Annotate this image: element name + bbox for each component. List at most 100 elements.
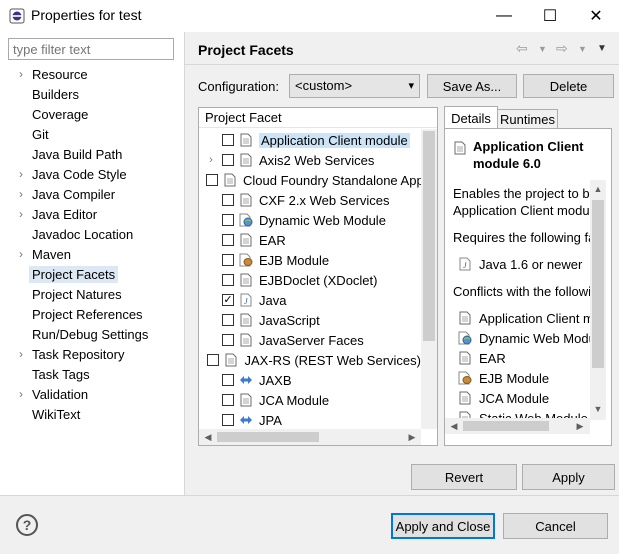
tree-item[interactable]: Project Natures xyxy=(13,284,183,304)
chevron-right-icon[interactable]: › xyxy=(13,167,29,181)
tree-item[interactable]: Java Build Path xyxy=(13,144,183,164)
facet-checkbox[interactable] xyxy=(222,274,234,286)
tree-item-label: Task Repository xyxy=(32,346,125,362)
svg-text:J: J xyxy=(463,261,467,270)
facet-checkbox[interactable] xyxy=(206,174,218,186)
details-list-item: Application Client module xyxy=(458,308,590,328)
view-menu-icon[interactable]: ▼ xyxy=(597,43,607,54)
facet-checkbox[interactable] xyxy=(222,134,234,146)
back-icon[interactable]: ⇦ xyxy=(516,40,528,57)
back-menu-icon[interactable]: ▼ xyxy=(538,44,547,54)
scroll-right-icon[interactable]: ▶ xyxy=(572,418,588,434)
tree-item[interactable]: Run/Debug Settings xyxy=(13,324,183,344)
close-button[interactable]: ✕ xyxy=(573,0,619,32)
facet-row[interactable]: Application Client module xyxy=(203,130,421,150)
facet-label: EJB Module xyxy=(259,252,330,268)
scroll-left-icon[interactable]: ◀ xyxy=(446,418,462,434)
configuration-value: <custom> xyxy=(295,78,353,93)
scroll-right-icon[interactable]: ▶ xyxy=(404,429,420,445)
chevron-right-icon[interactable]: › xyxy=(13,207,29,221)
tree-item[interactable]: Coverage xyxy=(13,104,183,124)
configuration-select[interactable]: <custom> ▾ xyxy=(289,74,420,98)
scroll-left-icon[interactable]: ◀ xyxy=(200,429,216,445)
apply-button[interactable]: Apply xyxy=(522,464,615,490)
facet-row[interactable]: JavaScript xyxy=(203,310,421,330)
tree-item[interactable]: › Task Repository xyxy=(13,344,183,364)
eclipse-icon xyxy=(9,8,25,24)
details-vscroll-thumb[interactable] xyxy=(592,200,604,368)
facet-row[interactable]: JAX-RS (REST Web Services) xyxy=(203,350,421,370)
details-hscroll-thumb[interactable] xyxy=(463,421,549,431)
tree-item[interactable]: Task Tags xyxy=(13,364,183,384)
doc-icon xyxy=(458,391,472,405)
window-title: Properties for test xyxy=(31,7,142,23)
facet-row[interactable]: ✓ J Java xyxy=(203,290,421,310)
details-item-label: Application Client module xyxy=(479,310,590,326)
tree-item[interactable]: › Resource xyxy=(13,64,183,84)
save-as-button[interactable]: Save As... xyxy=(427,74,517,98)
tree-item[interactable]: Project References xyxy=(13,304,183,324)
facet-checkbox[interactable] xyxy=(222,414,234,426)
facet-row[interactable]: EJB Module xyxy=(203,250,421,270)
facets-vscroll-thumb[interactable] xyxy=(423,131,435,341)
forward-menu-icon[interactable]: ▼ xyxy=(578,44,587,54)
chevron-right-icon[interactable]: › xyxy=(13,67,29,81)
tab-runtimes[interactable]: Runtimes xyxy=(498,109,558,128)
globe-icon xyxy=(458,331,472,345)
facet-checkbox[interactable] xyxy=(222,374,234,386)
delete-button[interactable]: Delete xyxy=(523,74,614,98)
forward-icon[interactable]: ⇨ xyxy=(556,40,568,57)
chevron-right-icon[interactable]: › xyxy=(13,387,29,401)
tree-item[interactable]: › Validation xyxy=(13,384,183,404)
facet-checkbox[interactable] xyxy=(222,254,234,266)
minimize-button[interactable]: — xyxy=(481,0,527,32)
facet-checkbox[interactable] xyxy=(222,194,234,206)
facet-checkbox[interactable] xyxy=(222,234,234,246)
maximize-button[interactable]: ☐ xyxy=(527,0,573,32)
facet-checkbox[interactable] xyxy=(222,154,234,166)
facet-row[interactable]: JPA xyxy=(203,410,421,430)
tree-item[interactable]: Javadoc Location xyxy=(13,224,183,244)
facet-checkbox[interactable]: ✓ xyxy=(222,294,234,306)
tree-item[interactable]: › Java Code Style xyxy=(13,164,183,184)
facet-checkbox[interactable] xyxy=(222,334,234,346)
chevron-right-icon[interactable]: › xyxy=(13,247,29,261)
tree-item[interactable]: WikiText xyxy=(13,404,183,424)
facet-row[interactable]: Dynamic Web Module xyxy=(203,210,421,230)
facet-row[interactable]: Cloud Foundry Standalone Application xyxy=(203,170,421,190)
chevron-right-icon[interactable]: › xyxy=(13,187,29,201)
revert-button[interactable]: Revert xyxy=(411,464,517,490)
facet-row[interactable]: CXF 2.x Web Services xyxy=(203,190,421,210)
scroll-down-icon[interactable]: ▼ xyxy=(590,402,606,416)
scroll-up-icon[interactable]: ▲ xyxy=(590,182,606,196)
filter-input[interactable] xyxy=(8,38,174,60)
help-icon[interactable]: ? xyxy=(16,514,38,536)
java-icon: J xyxy=(458,257,472,271)
facet-checkbox[interactable] xyxy=(222,314,234,326)
facet-row[interactable]: JavaServer Faces xyxy=(203,330,421,350)
facet-row[interactable]: JCA Module xyxy=(203,390,421,410)
apply-and-close-button[interactable]: Apply and Close xyxy=(391,513,495,539)
facet-row[interactable]: EJBDoclet (XDoclet) xyxy=(203,270,421,290)
java-icon: J xyxy=(239,293,253,307)
facet-checkbox[interactable] xyxy=(222,394,234,406)
facet-checkbox[interactable] xyxy=(207,354,220,366)
tree-item-label: Project Natures xyxy=(32,286,122,302)
tab-details[interactable]: Details xyxy=(444,106,498,129)
tree-item[interactable]: › Java Editor xyxy=(13,204,183,224)
details-list-item: J Java 1.6 or newer xyxy=(458,254,590,274)
chevron-right-icon[interactable]: › xyxy=(13,347,29,361)
chevron-right-icon[interactable]: › xyxy=(203,154,219,166)
tree-item[interactable]: › Maven xyxy=(13,244,183,264)
tree-item[interactable]: › Java Compiler xyxy=(13,184,183,204)
tree-item[interactable]: Project Facets xyxy=(13,264,183,284)
facet-row[interactable]: › Axis2 Web Services xyxy=(203,150,421,170)
facet-row[interactable]: EAR xyxy=(203,230,421,250)
facets-hscroll-thumb[interactable] xyxy=(217,432,319,442)
facet-row[interactable]: JAXB xyxy=(203,370,421,390)
facet-checkbox[interactable] xyxy=(222,214,234,226)
tree-item[interactable]: Git xyxy=(13,124,183,144)
doc-icon xyxy=(239,273,253,287)
tree-item[interactable]: Builders xyxy=(13,84,183,104)
cancel-button[interactable]: Cancel xyxy=(503,513,608,539)
